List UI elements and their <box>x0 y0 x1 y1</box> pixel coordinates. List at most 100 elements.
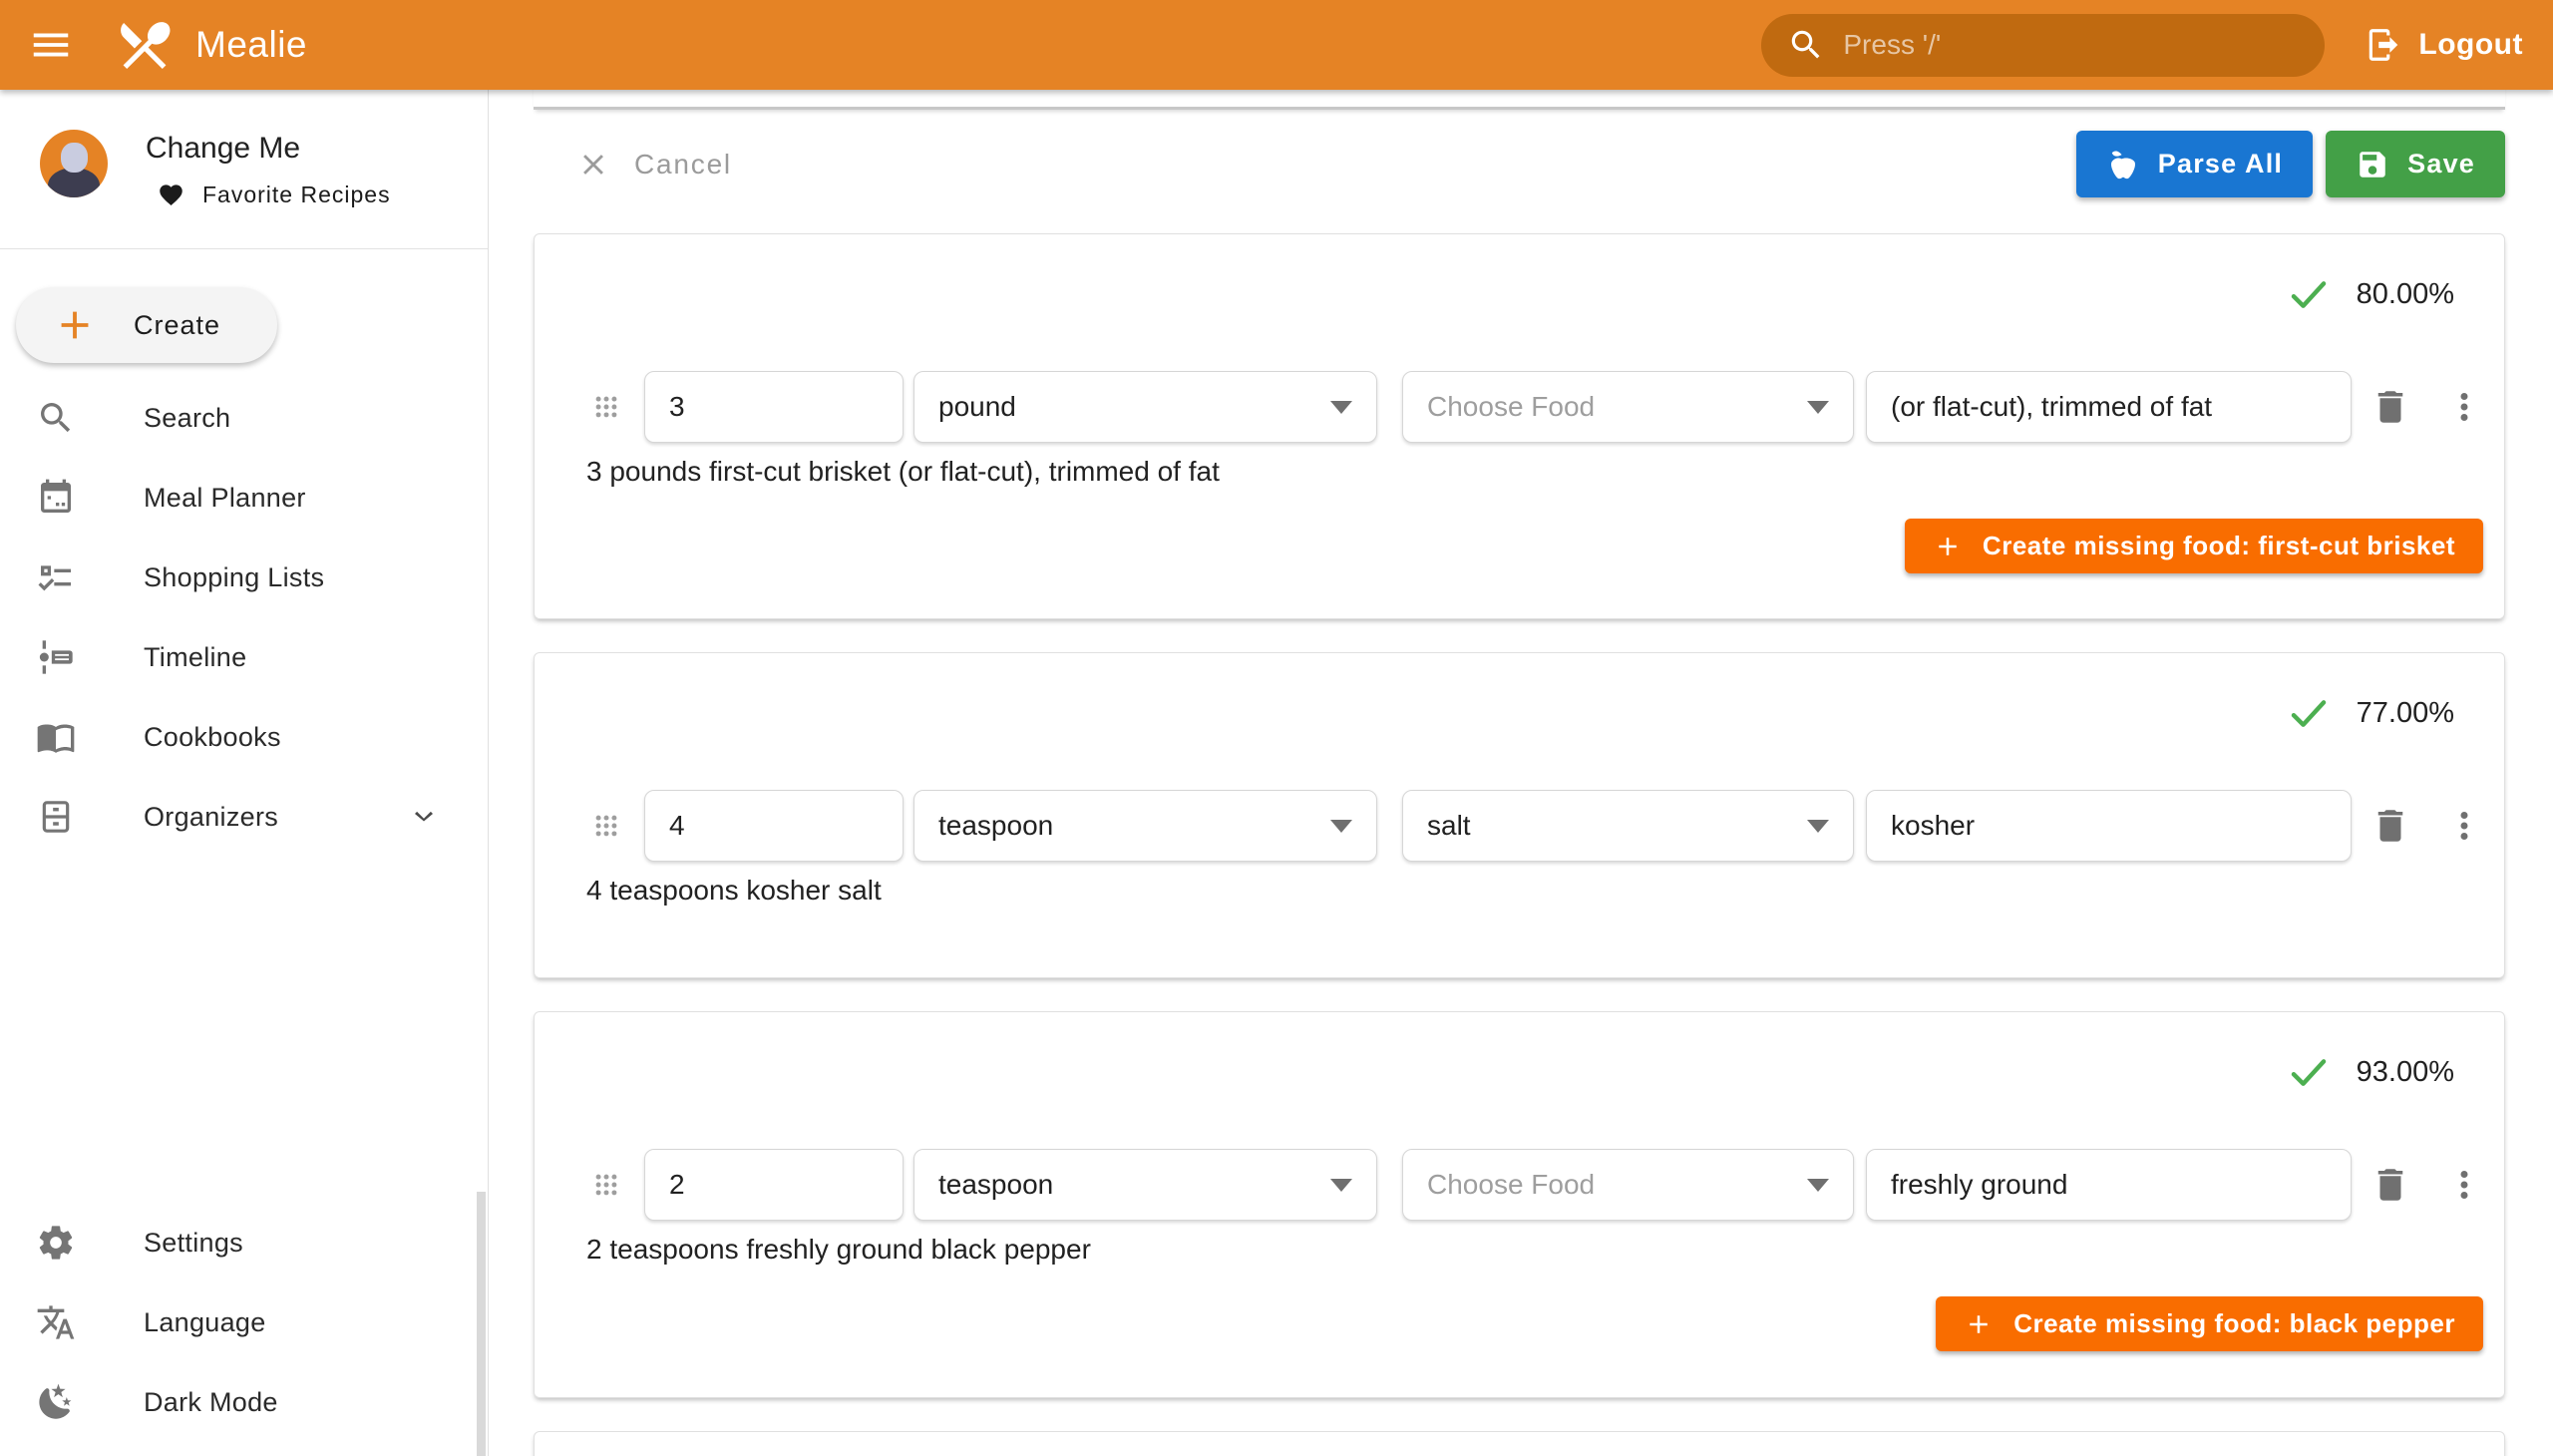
unit-value: teaspoon <box>938 810 1053 842</box>
save-label: Save <box>2407 149 2475 180</box>
note-input[interactable] <box>1891 1169 2327 1201</box>
sidebar-item-organizers[interactable]: Organizers <box>0 777 488 857</box>
caret-down-icon <box>1330 1179 1352 1192</box>
sidebar-nav: Search Meal Planner Shopping Lists Timeline… <box>0 378 488 857</box>
delete-ingredient-button[interactable] <box>2370 805 2411 847</box>
cancel-button[interactable]: Cancel <box>534 148 732 182</box>
drag-handle-icon[interactable] <box>587 388 625 426</box>
moon-stars-icon <box>36 1382 76 1422</box>
confidence-percent: 77.00% <box>2357 697 2454 730</box>
food-value: Choose Food <box>1427 1169 1595 1201</box>
close-icon <box>576 148 610 182</box>
sidebar-item-shopping-lists[interactable]: Shopping Lists <box>0 538 488 617</box>
apple-icon <box>2106 148 2140 182</box>
sidebar-item-cookbooks[interactable]: Cookbooks <box>0 697 488 777</box>
logout-button[interactable]: Logout <box>2365 26 2523 64</box>
sidebar-divider <box>0 248 488 249</box>
row-menu-button[interactable] <box>2443 1164 2485 1206</box>
sidebar-item-meal-planner[interactable]: Meal Planner <box>0 458 488 538</box>
quantity-input[interactable] <box>669 391 879 423</box>
sidebar-scrollbar[interactable] <box>477 1192 486 1456</box>
drag-handle-icon[interactable] <box>587 807 625 845</box>
unit-value: pound <box>938 391 1016 423</box>
magnify-icon <box>36 398 76 438</box>
note-input[interactable] <box>1891 391 2327 423</box>
sidebar-item-dark-mode[interactable]: Dark Mode <box>0 1362 488 1442</box>
confidence-percent: 93.00% <box>2357 1056 2454 1089</box>
user-profile[interactable]: Change Me Favorite Recipes <box>0 90 488 208</box>
ingredient-card: 80.00% pound Choose Food 3 poun <box>534 233 2505 619</box>
create-label: Create <box>134 310 220 341</box>
food-value: salt <box>1427 810 1471 842</box>
app-title: Mealie <box>195 24 307 66</box>
caret-down-icon <box>1807 401 1829 414</box>
food-select[interactable]: Choose Food <box>1402 371 1854 443</box>
delete-ingredient-button[interactable] <box>2370 386 2411 428</box>
row-menu-button[interactable] <box>2443 386 2485 428</box>
quantity-field[interactable] <box>644 1149 904 1221</box>
sidebar-item-language[interactable]: Language <box>0 1282 488 1362</box>
note-field[interactable] <box>1866 371 2352 443</box>
parse-all-button[interactable]: Parse All <box>2076 131 2313 197</box>
create-button[interactable]: Create <box>16 287 277 363</box>
note-input[interactable] <box>1891 810 2327 842</box>
create-missing-food-button[interactable]: Create missing food: black pepper <box>1936 1296 2483 1351</box>
ingredient-card: 77.00% teaspoon salt 4 teaspoon <box>534 652 2505 978</box>
quantity-input[interactable] <box>669 1169 879 1201</box>
sidebar-item-label: Search <box>144 403 230 434</box>
menu-button[interactable] <box>22 16 80 74</box>
gear-icon <box>36 1223 76 1263</box>
quantity-field[interactable] <box>644 790 904 862</box>
hamburger-menu-icon <box>28 22 74 68</box>
search-placeholder: Press '/' <box>1843 29 1941 61</box>
caret-down-icon <box>1807 820 1829 833</box>
check-icon <box>2287 691 2331 735</box>
unit-select[interactable]: pound <box>913 371 1377 443</box>
drag-handle-icon[interactable] <box>587 1166 625 1204</box>
search-icon <box>1787 26 1825 64</box>
note-field[interactable] <box>1866 1149 2352 1221</box>
plus-icon <box>1964 1309 1994 1339</box>
favorite-recipes-label: Favorite Recipes <box>202 182 391 208</box>
check-icon <box>2287 272 2331 316</box>
cancel-label: Cancel <box>634 149 732 181</box>
unit-select[interactable]: teaspoon <box>913 1149 1377 1221</box>
ingredient-row: teaspoon salt <box>535 790 2504 862</box>
ingredient-card: 93.00% teaspoon Choose Food 2 t <box>534 1011 2505 1398</box>
food-select[interactable]: salt <box>1402 790 1854 862</box>
check-icon <box>2287 1050 2331 1094</box>
favorite-recipes-link[interactable]: Favorite Recipes <box>146 182 391 208</box>
create-missing-food-button[interactable]: Create missing food: first-cut brisket <box>1905 519 2483 573</box>
food-select[interactable]: Choose Food <box>1402 1149 1854 1221</box>
plus-icon <box>1933 532 1963 561</box>
sidebar-footer-nav: SettingsLanguageDark Mode <box>0 1203 488 1442</box>
sidebar-item-label: Timeline <box>144 642 246 673</box>
checklist-icon <box>36 557 76 597</box>
caret-down-icon <box>1330 401 1352 414</box>
row-menu-button[interactable] <box>2443 805 2485 847</box>
caret-down-icon <box>1330 820 1352 833</box>
sidebar-item-search[interactable]: Search <box>0 378 488 458</box>
save-button[interactable]: Save <box>2326 131 2505 197</box>
sidebar-item-settings[interactable]: Settings <box>0 1203 488 1282</box>
delete-ingredient-button[interactable] <box>2370 1164 2411 1206</box>
plus-icon <box>52 302 98 348</box>
original-ingredient-text: 4 teaspoons kosher salt <box>586 875 882 907</box>
sidebar-item-timeline[interactable]: Timeline <box>0 617 488 697</box>
file-cabinet-icon <box>36 797 76 837</box>
book-open-icon <box>36 717 76 757</box>
search-input[interactable]: Press '/' <box>1761 14 2325 77</box>
sidebar-item-label: Cookbooks <box>144 722 281 753</box>
confidence-percent: 80.00% <box>2357 278 2454 311</box>
note-field[interactable] <box>1866 790 2352 862</box>
sidebar-item-label: Organizers <box>144 802 278 833</box>
quantity-input[interactable] <box>669 810 879 842</box>
save-icon <box>2356 148 2389 182</box>
calendar-icon <box>36 478 76 518</box>
chevron-down-icon <box>406 799 442 835</box>
missing-food-label: Create missing food: first-cut brisket <box>1983 531 2455 561</box>
main-content: Cancel Parse All Save 80.00% <box>489 90 2553 1456</box>
sidebar-item-label: Meal Planner <box>144 483 306 514</box>
quantity-field[interactable] <box>644 371 904 443</box>
unit-select[interactable]: teaspoon <box>913 790 1377 862</box>
